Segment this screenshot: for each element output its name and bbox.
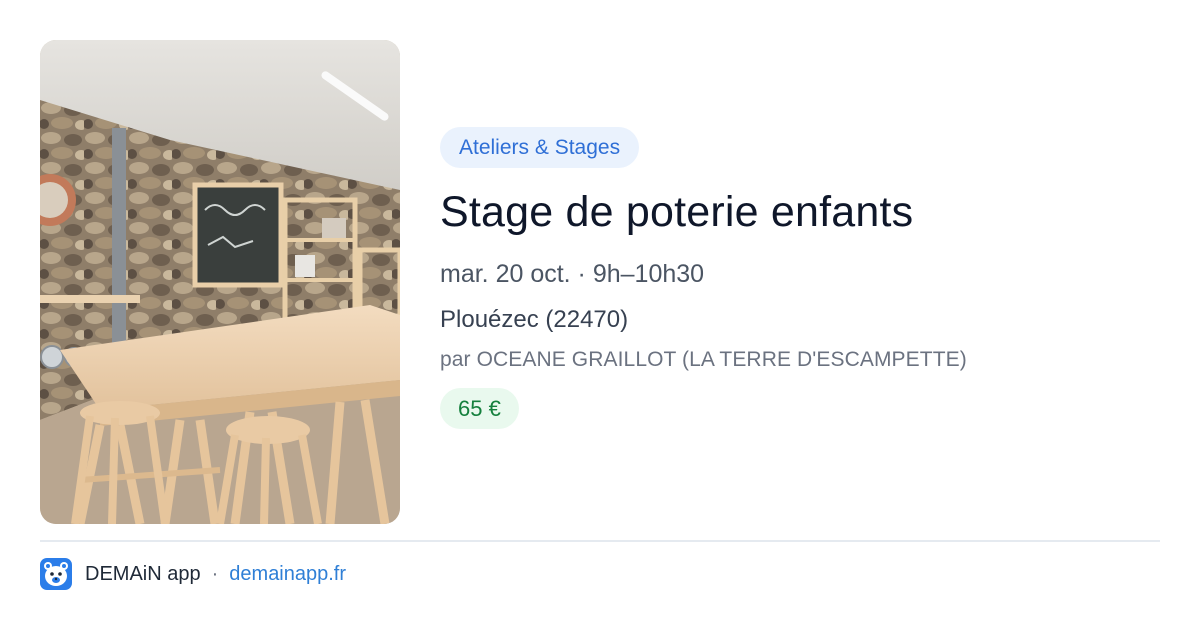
footer-divider [40, 540, 1160, 542]
event-organizer: par OCEANE GRAILLOT (LA TERRE D'ESCAMPET… [440, 348, 967, 371]
event-card[interactable]: Ateliers & Stages Stage de poterie enfan… [0, 0, 1200, 630]
price-badge: 65 € [440, 388, 519, 429]
app-url-link[interactable]: demainapp.fr [229, 563, 346, 586]
app-name: DEMAiN app [85, 562, 201, 585]
category-badge[interactable]: Ateliers & Stages [440, 127, 640, 168]
footer: DEMAiN app · demainapp.fr [40, 557, 346, 591]
event-title[interactable]: Stage de poterie enfants [440, 186, 1160, 238]
event-photo [40, 40, 400, 524]
event-datetime: mar. 20 oct. · 9h–10h30 [440, 260, 705, 288]
event-details: Ateliers & Stages Stage de poterie enfan… [440, 127, 1160, 429]
demain-bear-logo-icon [40, 558, 72, 590]
event-location: Plouézec (22470) [440, 306, 629, 333]
footer-separator: · [211, 562, 219, 585]
